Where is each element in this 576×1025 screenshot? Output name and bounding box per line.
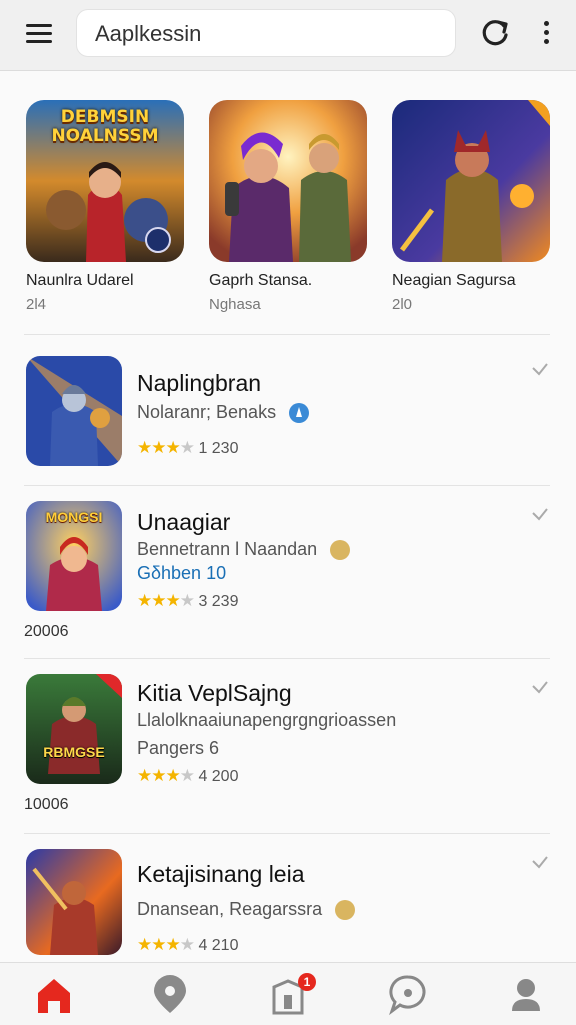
rating-row: ★★★★ 4 210 bbox=[137, 935, 238, 955]
list-item[interactable]: Naplingbran Nolaranr; Benaks ★★★★ 1 230 bbox=[0, 350, 576, 480]
divider bbox=[24, 833, 550, 834]
game-artwork bbox=[209, 100, 367, 262]
featured-carousel: DEBMSIN NOALNSSM Naunlra Udarel 2l4 Gapr… bbox=[0, 100, 576, 330]
refresh-icon[interactable] bbox=[476, 14, 514, 52]
game-artwork: MONGSI bbox=[26, 501, 122, 611]
rating-count: 4 210 bbox=[198, 937, 239, 954]
featured-game-card[interactable]: DEBMSIN NOALNSSM Naunlra Udarel 2l4 bbox=[26, 100, 206, 322]
rating-row: ★★★★ 1 230 bbox=[137, 438, 238, 458]
featured-game-card[interactable]: Gaprh Stansa. Nghasa bbox=[209, 100, 389, 322]
divider bbox=[24, 485, 550, 486]
chevron-down-icon[interactable] bbox=[530, 678, 550, 698]
star-rating-icon: ★★★★ bbox=[137, 438, 195, 457]
divider bbox=[24, 334, 550, 335]
chevron-down-icon[interactable] bbox=[530, 853, 550, 873]
game-publisher: Nolaranr; Benaks bbox=[137, 402, 310, 424]
star-rating-icon: ★★★★ bbox=[137, 591, 195, 610]
download-count: 10006 bbox=[24, 796, 69, 813]
game-title: Naplingbran bbox=[137, 370, 262, 396]
featured-game-name: Gaprh Stansa. bbox=[209, 272, 313, 289]
rating-count: 1 230 bbox=[198, 440, 239, 457]
game-title: Unaagiar bbox=[137, 509, 231, 535]
game-publisher-text: Bennetrann l Naandan bbox=[137, 539, 318, 559]
game-publisher: Dnansean, Reagarssra bbox=[137, 899, 356, 921]
hamburger-menu-icon[interactable] bbox=[20, 18, 60, 50]
game-logo-text: MONGSI bbox=[45, 509, 103, 525]
game-artwork bbox=[26, 356, 122, 466]
rating-count: 3 239 bbox=[198, 593, 239, 610]
featured-game-sub: Nghasa bbox=[209, 296, 261, 313]
game-extra-info: Gδhben 10 bbox=[137, 563, 227, 583]
game-logo-text: DEBMSIN NOALNSSM bbox=[51, 107, 159, 146]
more-vertical-icon[interactable] bbox=[532, 14, 560, 52]
chevron-down-icon[interactable] bbox=[530, 360, 550, 380]
home-icon[interactable] bbox=[24, 971, 84, 1017]
game-logo-text: RBMGSE bbox=[43, 744, 105, 760]
download-count: 20006 bbox=[24, 623, 69, 640]
rating-row: ★★★★ 3 239 bbox=[137, 591, 238, 611]
location-pin-icon[interactable] bbox=[140, 971, 200, 1017]
featured-game-name: Neagian Sagursa bbox=[392, 272, 516, 289]
emoji-badge-icon bbox=[330, 540, 351, 561]
game-publisher-text: Dnansean, Reagarssra bbox=[137, 899, 323, 919]
chevron-down-icon[interactable] bbox=[530, 505, 550, 525]
divider bbox=[24, 658, 550, 659]
featured-game-name: Naunlra Udarel bbox=[26, 272, 134, 289]
game-publisher: Bennetrann l Naandan bbox=[137, 539, 351, 561]
game-publisher-text: Nolaranr; Benaks bbox=[137, 402, 277, 422]
bottom-navigation: 1 bbox=[0, 962, 576, 1025]
game-title: Kitia VeplSajng bbox=[137, 680, 292, 706]
game-artwork: RBMGSE bbox=[26, 674, 122, 784]
emoji-badge-icon bbox=[335, 900, 356, 921]
game-artwork bbox=[26, 849, 122, 955]
star-rating-icon: ★★★★ bbox=[137, 935, 195, 954]
profile-icon[interactable] bbox=[496, 971, 556, 1017]
star-rating-icon: ★★★★ bbox=[137, 766, 195, 785]
store-bag-icon[interactable]: 1 bbox=[258, 971, 318, 1017]
list-item[interactable]: Ketajisinang leia Dnansean, Reagarssra ★… bbox=[0, 843, 576, 961]
game-title: Ketajisinang leia bbox=[137, 861, 305, 887]
game-publisher: Llalolknaaiunapengrgngrioassen bbox=[137, 710, 397, 730]
info-icon bbox=[289, 403, 310, 424]
list-item[interactable]: MONGSI Unaagiar Bennetrann l Naandan Gδh… bbox=[0, 495, 576, 655]
rating-row: ★★★★ 4 200 bbox=[137, 766, 238, 786]
featured-game-sub: 2l4 bbox=[26, 296, 47, 313]
featured-game-sub: 2l0 bbox=[392, 296, 413, 313]
notification-badge: 1 bbox=[298, 973, 316, 991]
list-item[interactable]: RBMGSE Kitia VeplSajng Llalolknaaiunapen… bbox=[0, 668, 576, 828]
game-extra-info: Pangers 6 bbox=[137, 738, 220, 758]
featured-game-card[interactable]: Neagian Sagursa 2l0 bbox=[392, 100, 572, 322]
game-artwork bbox=[392, 100, 550, 262]
search-input[interactable]: Aaplkessin bbox=[76, 9, 456, 57]
game-artwork: DEBMSIN NOALNSSM bbox=[26, 100, 184, 262]
rating-count: 4 200 bbox=[198, 768, 239, 785]
chat-bubble-icon[interactable] bbox=[378, 971, 438, 1017]
top-app-bar: Aaplkessin bbox=[0, 0, 576, 71]
